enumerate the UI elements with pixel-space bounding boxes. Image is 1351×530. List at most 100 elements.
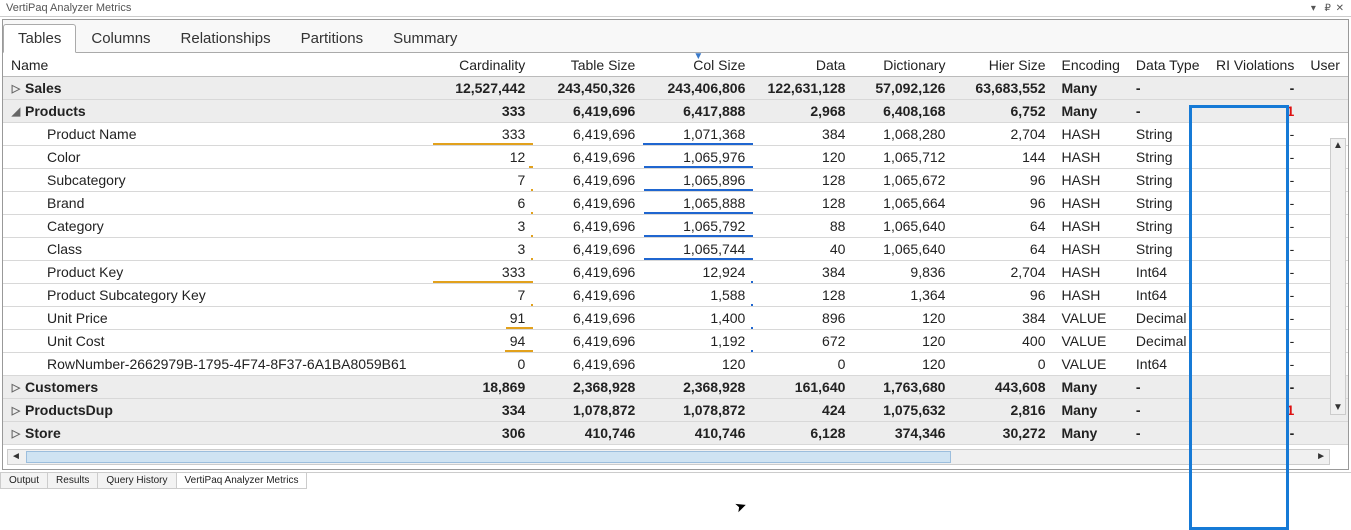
- ri-cell: -: [1208, 352, 1302, 375]
- caret-right-icon[interactable]: ▷: [11, 427, 21, 440]
- scroll-up-icon[interactable]: ▲: [1333, 139, 1343, 152]
- col-tablesize-header[interactable]: Table Size: [533, 53, 643, 76]
- col-encoding-header[interactable]: Encoding: [1054, 53, 1128, 76]
- ri-cell: -: [1208, 421, 1302, 444]
- colsize-cell: 120: [643, 352, 753, 375]
- row-name: Product Name: [47, 126, 136, 142]
- data-cell: 0: [753, 352, 853, 375]
- scroll-down-icon[interactable]: ▼: [1333, 401, 1343, 414]
- bottom-tab-vertipaq-analyzer-metrics[interactable]: VertiPaq Analyzer Metrics: [176, 473, 308, 489]
- column-detail-row[interactable]: Color126,419,6961,065,9761201,065,712144…: [3, 145, 1348, 168]
- hier-cell: 64: [953, 237, 1053, 260]
- tab-relationships[interactable]: Relationships: [166, 24, 286, 52]
- caret-right-icon[interactable]: ▷: [11, 82, 21, 95]
- col-cardinality-header[interactable]: Cardinality: [433, 53, 533, 76]
- cardinality-cell: 6: [433, 191, 533, 214]
- cardinality-cell: 12: [433, 145, 533, 168]
- datatype-cell: String: [1128, 191, 1208, 214]
- table-summary-row[interactable]: ▷Sales12,527,442243,450,326243,406,80612…: [3, 76, 1348, 99]
- caret-down-icon[interactable]: ◢: [11, 105, 21, 118]
- data-cell: 128: [753, 168, 853, 191]
- scroll-thumb[interactable]: [26, 451, 951, 463]
- data-bar: [643, 143, 753, 145]
- colsize-cell: 1,192: [643, 329, 753, 352]
- hier-cell: 400: [953, 329, 1053, 352]
- data-bar: [531, 304, 533, 306]
- column-detail-row[interactable]: Product Key3336,419,69612,9243849,8362,7…: [3, 260, 1348, 283]
- data-bar: [644, 212, 753, 214]
- datatype-cell: -: [1128, 398, 1208, 421]
- hier-cell: 6,752: [953, 99, 1053, 122]
- col-riviolations-header[interactable]: RI Violations: [1208, 53, 1302, 76]
- vertical-scrollbar[interactable]: ▲ ▼: [1330, 138, 1346, 415]
- data-cell: 122,631,128: [753, 76, 853, 99]
- col-user-header[interactable]: User: [1302, 53, 1348, 76]
- column-detail-row[interactable]: Category36,419,6961,065,792881,065,64064…: [3, 214, 1348, 237]
- tablesize-cell: 1,078,872: [533, 398, 643, 421]
- colsize-cell: 1,400: [643, 306, 753, 329]
- data-cell: 161,640: [753, 375, 853, 398]
- encoding-cell: HASH: [1054, 237, 1128, 260]
- column-detail-row[interactable]: Class36,419,6961,065,744401,065,64064HAS…: [3, 237, 1348, 260]
- column-detail-row[interactable]: Product Name3336,419,6961,071,3683841,06…: [3, 122, 1348, 145]
- column-detail-row[interactable]: Unit Price916,419,6961,400896120384VALUE…: [3, 306, 1348, 329]
- cardinality-cell: 7: [433, 283, 533, 306]
- tab-partitions[interactable]: Partitions: [286, 24, 379, 52]
- tab-summary[interactable]: Summary: [378, 24, 472, 52]
- col-hiersize-header[interactable]: Hier Size: [953, 53, 1053, 76]
- col-data-header[interactable]: Data: [753, 53, 853, 76]
- row-name: ProductsDup: [25, 402, 113, 418]
- scroll-right-icon[interactable]: ►: [1313, 451, 1329, 462]
- hier-cell: 96: [953, 283, 1053, 306]
- data-bar: [433, 143, 533, 145]
- encoding-cell: HASH: [1054, 145, 1128, 168]
- column-detail-row[interactable]: Subcategory76,419,6961,065,8961281,065,6…: [3, 168, 1348, 191]
- colsize-cell: 1,588: [643, 283, 753, 306]
- mouse-cursor-icon: ➤: [732, 497, 749, 517]
- bottom-tab-output[interactable]: Output: [0, 473, 48, 489]
- encoding-cell: HASH: [1054, 122, 1128, 145]
- ri-cell: -: [1208, 145, 1302, 168]
- data-bar: [529, 166, 533, 168]
- window-controls[interactable]: ▾ ₽ ✕: [1311, 3, 1345, 14]
- dict-cell: 1,364: [853, 283, 953, 306]
- datatype-cell: -: [1128, 375, 1208, 398]
- cardinality-cell: 3: [433, 214, 533, 237]
- encoding-cell: VALUE: [1054, 352, 1128, 375]
- col-colsize-header[interactable]: ▼Col Size: [643, 53, 753, 76]
- col-name-header[interactable]: Name: [3, 53, 433, 76]
- bottom-tab-query-history[interactable]: Query History: [97, 473, 176, 489]
- tab-tables[interactable]: Tables: [3, 24, 76, 53]
- tab-columns[interactable]: Columns: [76, 24, 165, 52]
- data-cell: 672: [753, 329, 853, 352]
- dict-cell: 1,065,672: [853, 168, 953, 191]
- scroll-left-icon[interactable]: ◄: [8, 451, 24, 462]
- col-datatype-header[interactable]: Data Type: [1128, 53, 1208, 76]
- encoding-cell: Many: [1054, 375, 1128, 398]
- table-summary-row[interactable]: ▷ProductsDup3341,078,8721,078,8724241,07…: [3, 398, 1348, 421]
- table-summary-row[interactable]: ▷Customers18,8692,368,9282,368,928161,64…: [3, 375, 1348, 398]
- caret-right-icon[interactable]: ▷: [11, 381, 21, 394]
- column-detail-row[interactable]: Brand66,419,6961,065,8881281,065,66496HA…: [3, 191, 1348, 214]
- caret-right-icon[interactable]: ▷: [11, 404, 21, 417]
- datatype-cell: -: [1128, 76, 1208, 99]
- hier-cell: 63,683,552: [953, 76, 1053, 99]
- data-bar: [506, 327, 533, 329]
- cardinality-cell: 7: [433, 168, 533, 191]
- hier-cell: 2,816: [953, 398, 1053, 421]
- hier-cell: 96: [953, 168, 1053, 191]
- column-detail-row[interactable]: Product Subcategory Key76,419,6961,58812…: [3, 283, 1348, 306]
- data-bar: [751, 304, 753, 306]
- table-summary-row[interactable]: ▷Store306410,746410,7466,128374,34630,27…: [3, 421, 1348, 444]
- horizontal-scrollbar[interactable]: ◄ ►: [7, 449, 1330, 465]
- hier-cell: 384: [953, 306, 1053, 329]
- column-detail-row[interactable]: RowNumber-2662979B-1795-4F74-8F37-6A1BA8…: [3, 352, 1348, 375]
- table-summary-row[interactable]: ◢Products3336,419,6966,417,8882,9686,408…: [3, 99, 1348, 122]
- row-name: Category: [47, 218, 104, 234]
- tablesize-cell: 6,419,696: [533, 214, 643, 237]
- column-detail-row[interactable]: Unit Cost946,419,6961,192672120400VALUED…: [3, 329, 1348, 352]
- colsize-cell: 1,065,896: [643, 168, 753, 191]
- bottom-tab-results[interactable]: Results: [47, 473, 98, 489]
- tablesize-cell: 6,419,696: [533, 237, 643, 260]
- col-dictionary-header[interactable]: Dictionary: [853, 53, 953, 76]
